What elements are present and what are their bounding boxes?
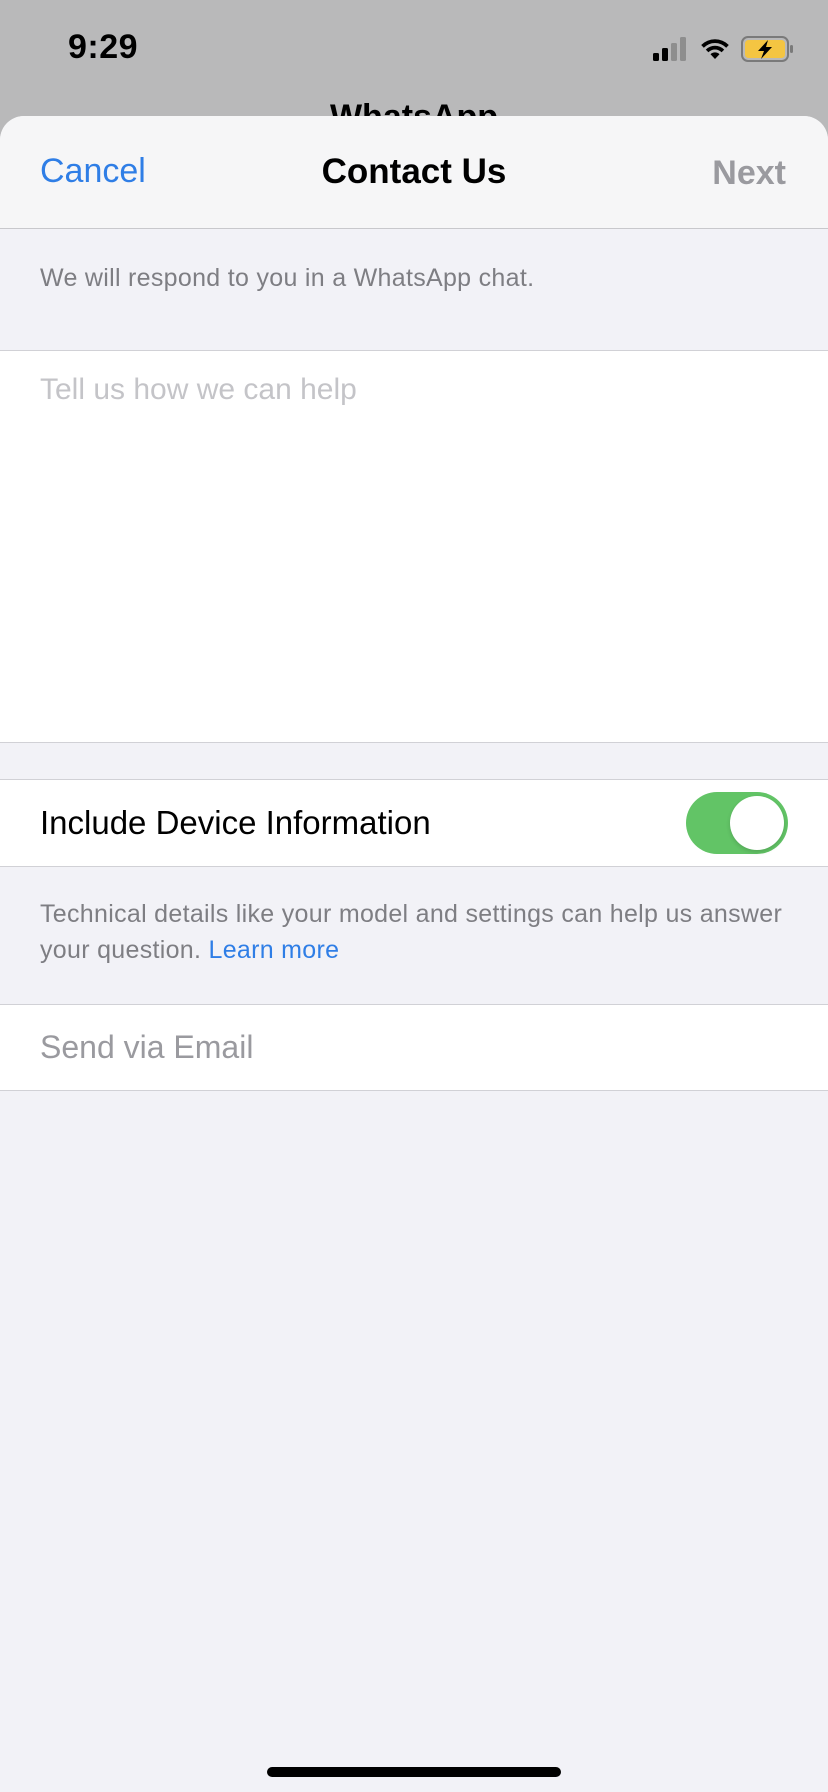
next-button[interactable]: Next bbox=[712, 154, 786, 193]
footnote-text: Technical details like your model and se… bbox=[40, 900, 783, 964]
device-info-row: Include Device Information bbox=[0, 779, 828, 867]
page-title-text: Contact Us bbox=[321, 152, 507, 191]
device-info-footnote: Technical details like your model and se… bbox=[40, 896, 800, 968]
status-icons bbox=[653, 36, 795, 67]
device-info-label: Include Device Information bbox=[40, 804, 431, 841]
wifi-icon bbox=[699, 37, 731, 66]
message-input[interactable] bbox=[40, 373, 790, 713]
device-info-toggle[interactable] bbox=[686, 792, 788, 854]
intro-text: We will respond to you in a WhatsApp cha… bbox=[40, 264, 535, 292]
status-time: 9:29 bbox=[68, 28, 139, 66]
learn-more-link[interactable]: Learn more bbox=[209, 936, 340, 964]
cancel-button[interactable]: Cancel bbox=[40, 152, 146, 191]
home-indicator bbox=[267, 1767, 561, 1777]
navigation-bar: Cancel Contact Us Next bbox=[0, 116, 828, 229]
send-via-email-label: Send via Email bbox=[40, 1029, 254, 1065]
toggle-knob bbox=[730, 796, 784, 850]
contact-us-sheet: Cancel Contact Us Next We will respond t… bbox=[0, 116, 828, 1792]
background-screen-title: WhatsApp bbox=[0, 100, 828, 117]
send-via-email-button[interactable]: Send via Email bbox=[0, 1004, 828, 1091]
battery-charging-icon bbox=[741, 36, 795, 67]
status-bar: 9:29 bbox=[0, 0, 828, 100]
message-section bbox=[0, 350, 828, 743]
cellular-signal-icon bbox=[653, 37, 689, 66]
